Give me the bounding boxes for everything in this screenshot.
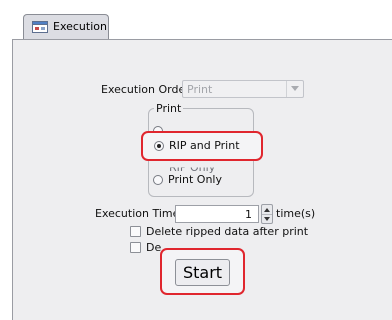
- execution-order-value: Print: [187, 83, 213, 96]
- execution-times-spinner[interactable]: [261, 204, 273, 224]
- delete-ripped-data-label: Delete ripped data after print: [146, 225, 309, 238]
- tab-bar: Execution: [0, 0, 392, 40]
- print-group-title: Print: [154, 102, 184, 115]
- rip-and-print-label: RIP and Print: [169, 139, 240, 152]
- second-checkbox-label: De: [146, 241, 162, 254]
- spinner-down-icon[interactable]: [262, 214, 272, 223]
- execution-times-input[interactable]: 1: [175, 205, 259, 223]
- second-checkbox[interactable]: [130, 242, 141, 253]
- print-only-label: Print Only: [168, 173, 222, 186]
- start-button[interactable]: Start: [175, 259, 230, 286]
- tab-label: Execution: [53, 20, 107, 33]
- execution-times-unit: time(s): [276, 207, 316, 220]
- execution-order-label: Execution Order: [101, 83, 190, 96]
- execution-times-value: 1: [245, 208, 252, 221]
- radio-print-only[interactable]: [153, 175, 163, 185]
- chevron-down-icon[interactable]: [286, 81, 303, 97]
- execution-times-label: Execution Times: [95, 207, 186, 220]
- radio-rip-and-print[interactable]: [154, 141, 164, 151]
- execution-window-icon: [32, 21, 48, 33]
- delete-ripped-data-checkbox[interactable]: [130, 226, 141, 237]
- tab-execution[interactable]: Execution: [23, 14, 109, 39]
- execution-order-select[interactable]: Print: [182, 80, 304, 98]
- radio-selected-dot: [157, 144, 161, 148]
